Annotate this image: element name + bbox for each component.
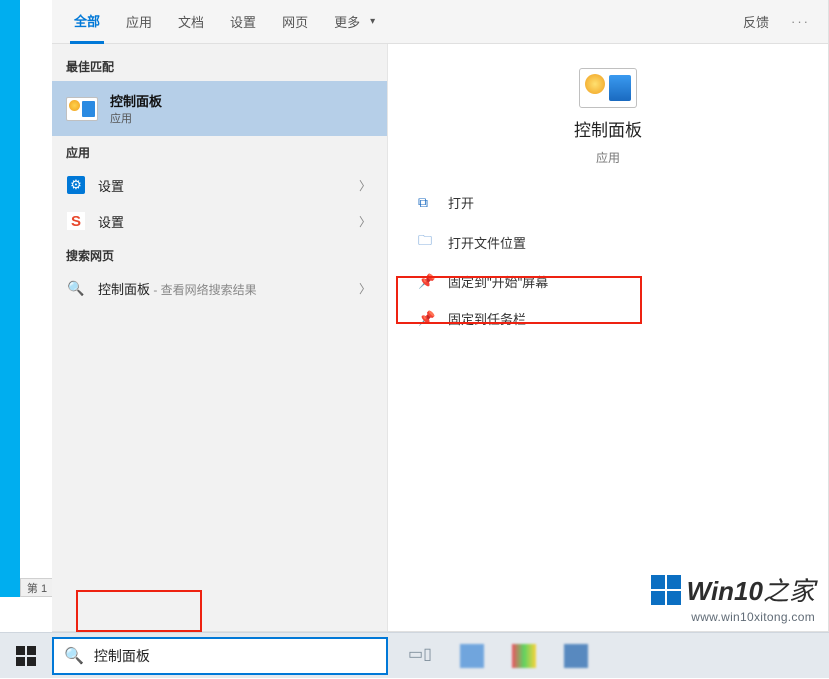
open-icon: ⧉ xyxy=(418,194,434,211)
taskbar-app-2[interactable] xyxy=(512,644,536,668)
feedback-link[interactable]: 反馈 xyxy=(739,0,773,44)
section-apps: 应用 xyxy=(52,136,387,167)
app-result-settings-2[interactable]: S 设置 〉 xyxy=(52,203,387,239)
best-match-title: 控制面板 xyxy=(110,91,162,110)
tab-more[interactable]: 更多 xyxy=(330,0,364,44)
windows-logo-icon xyxy=(16,646,36,666)
chevron-right-icon: 〉 xyxy=(359,280,371,297)
best-match-subtitle: 应用 xyxy=(110,110,162,126)
action-label: 固定到"开始"屏幕 xyxy=(448,272,548,291)
tab-all[interactable]: 全部 xyxy=(70,0,104,44)
tab-apps[interactable]: 应用 xyxy=(122,0,156,44)
search-filter-tabs: 全部 应用 文档 设置 网页 更多 ▾ 反馈 ··· xyxy=(52,0,828,44)
pin-icon: 📌 xyxy=(418,273,434,290)
preview-title: 控制面板 xyxy=(574,116,642,141)
taskbar-app-1[interactable] xyxy=(460,644,484,668)
results-list: 最佳匹配 控制面板 应用 应用 ⚙ 设置 〉 S 设置 〉 搜索网页 xyxy=(52,44,388,631)
task-view-button[interactable]: ▭▯ xyxy=(408,644,432,668)
preview-pane: 控制面板 应用 ⧉ 打开 🗀 打开文件位置 📌 固定到"开始"屏幕 📌 xyxy=(388,44,828,631)
preview-subtitle: 应用 xyxy=(596,149,620,166)
control-panel-icon xyxy=(579,68,637,108)
more-options-icon[interactable]: ··· xyxy=(791,14,810,29)
app-result-settings-1[interactable]: ⚙ 设置 〉 xyxy=(52,167,387,203)
chevron-down-icon: ▾ xyxy=(370,16,375,27)
action-open-file-location[interactable]: 🗀 打开文件位置 xyxy=(402,221,814,263)
start-button[interactable] xyxy=(0,633,52,679)
taskbar: 🔍 ▭▯ xyxy=(0,632,829,678)
background-sheet-tab: 第 1 xyxy=(20,578,54,597)
tab-documents[interactable]: 文档 xyxy=(174,0,208,44)
web-search-term: 控制面板 xyxy=(98,282,150,297)
desktop-strip xyxy=(0,0,20,597)
action-pin-taskbar[interactable]: 📌 固定到任务栏 xyxy=(402,300,814,337)
folder-icon: 🗀 xyxy=(418,230,434,254)
search-icon: 🔍 xyxy=(66,278,86,298)
start-search-flyout: 全部 应用 文档 设置 网页 更多 ▾ 反馈 ··· 最佳匹配 控制面板 应用 … xyxy=(52,0,829,632)
tab-settings[interactable]: 设置 xyxy=(226,0,260,44)
tab-web[interactable]: 网页 xyxy=(278,0,312,44)
app-result-label: 设置 xyxy=(98,212,124,231)
action-pin-start[interactable]: 📌 固定到"开始"屏幕 xyxy=(402,263,814,300)
action-label: 固定到任务栏 xyxy=(448,309,526,328)
taskbar-app-3[interactable] xyxy=(564,644,588,668)
app-result-label: 设置 xyxy=(98,176,124,195)
section-best-match: 最佳匹配 xyxy=(52,50,387,81)
pin-icon: 📌 xyxy=(418,310,434,327)
search-input[interactable] xyxy=(94,648,376,664)
section-search-web: 搜索网页 xyxy=(52,239,387,270)
taskbar-search-box[interactable]: 🔍 xyxy=(52,637,388,675)
chevron-right-icon: 〉 xyxy=(359,213,371,230)
gear-icon: ⚙ xyxy=(67,176,85,194)
web-search-item[interactable]: 🔍 控制面板 - 查看网络搜索结果 〉 xyxy=(52,270,387,306)
action-label: 打开文件位置 xyxy=(448,233,526,252)
action-label: 打开 xyxy=(448,193,474,212)
action-open[interactable]: ⧉ 打开 xyxy=(402,184,814,221)
best-match-item[interactable]: 控制面板 应用 xyxy=(52,81,387,136)
control-panel-icon xyxy=(66,97,98,121)
web-search-suffix: - 查看网络搜索结果 xyxy=(150,283,257,297)
search-icon: 🔍 xyxy=(64,646,84,666)
chevron-right-icon: 〉 xyxy=(359,177,371,194)
sogou-icon: S xyxy=(67,212,85,230)
